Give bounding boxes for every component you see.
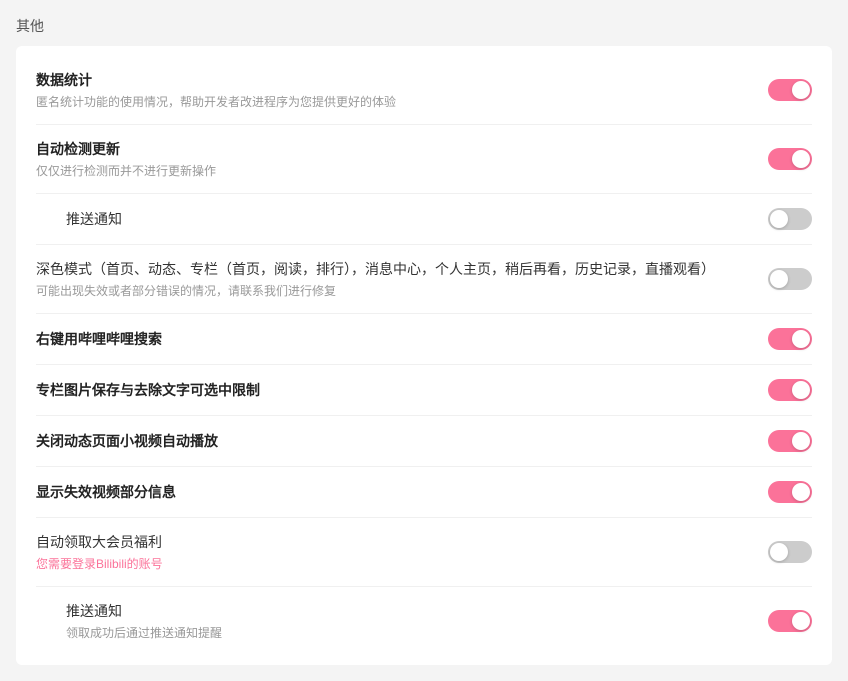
setting-row-right-click-search: 右键用哔哩哔哩搜索 [36, 314, 812, 365]
setting-row-push-notification: 推送通知 [36, 194, 812, 245]
setting-row-push-notification-2: 推送通知领取成功后通过推送通知提醒 [36, 587, 812, 655]
toggle-right-click-search[interactable] [768, 328, 812, 350]
setting-label-right-click-search: 右键用哔哩哔哩搜索 [36, 329, 748, 349]
setting-label-dark-mode: 深色模式（首页、动态、专栏（首页，阅读，排行），消息中心，个人主页，稍后再看，历… [36, 259, 748, 279]
toggle-auto-check-update[interactable] [768, 148, 812, 170]
setting-label-auto-check-update: 自动检测更新 [36, 139, 748, 159]
setting-row-auto-check-update: 自动检测更新仅仅进行检测而并不进行更新操作 [36, 125, 812, 194]
toggle-auto-vip-benefit[interactable] [768, 541, 812, 563]
setting-desc-auto-vip-benefit: 您需要登录Bilibili的账号 [36, 555, 748, 572]
setting-content-dark-mode: 深色模式（首页、动态、专栏（首页，阅读，排行），消息中心，个人主页，稍后再看，历… [36, 259, 768, 299]
setting-desc-data-statistics: 匿名统计功能的使用情况，帮助开发者改进程序为您提供更好的体验 [36, 93, 748, 110]
setting-label-column-image-save: 专栏图片保存与去除文字可选中限制 [36, 380, 748, 400]
setting-row-data-statistics: 数据统计匿名统计功能的使用情况，帮助开发者改进程序为您提供更好的体验 [36, 56, 812, 125]
setting-content-close-dynamic-video: 关闭动态页面小视频自动播放 [36, 431, 768, 451]
setting-row-show-invalid-video: 显示失效视频部分信息 [36, 467, 812, 518]
setting-label-auto-vip-benefit: 自动领取大会员福利 [36, 532, 748, 552]
setting-content-show-invalid-video: 显示失效视频部分信息 [36, 482, 768, 502]
settings-card: 数据统计匿名统计功能的使用情况，帮助开发者改进程序为您提供更好的体验自动检测更新… [16, 46, 832, 665]
setting-content-push-notification: 推送通知 [66, 209, 768, 229]
setting-label-push-notification-2: 推送通知 [66, 601, 748, 621]
setting-label-data-statistics: 数据统计 [36, 70, 748, 90]
toggle-dark-mode[interactable] [768, 268, 812, 290]
setting-label-push-notification: 推送通知 [66, 209, 748, 229]
setting-label-show-invalid-video: 显示失效视频部分信息 [36, 482, 748, 502]
toggle-data-statistics[interactable] [768, 79, 812, 101]
toggle-close-dynamic-video[interactable] [768, 430, 812, 452]
toggle-show-invalid-video[interactable] [768, 481, 812, 503]
toggle-push-notification-2[interactable] [768, 610, 812, 632]
setting-row-close-dynamic-video: 关闭动态页面小视频自动播放 [36, 416, 812, 467]
toggle-push-notification[interactable] [768, 208, 812, 230]
setting-content-auto-vip-benefit: 自动领取大会员福利您需要登录Bilibili的账号 [36, 532, 768, 572]
setting-row-auto-vip-benefit: 自动领取大会员福利您需要登录Bilibili的账号 [36, 518, 812, 587]
toggle-column-image-save[interactable] [768, 379, 812, 401]
setting-row-column-image-save: 专栏图片保存与去除文字可选中限制 [36, 365, 812, 416]
section-title: 其他 [16, 16, 832, 36]
setting-desc-auto-check-update: 仅仅进行检测而并不进行更新操作 [36, 162, 748, 179]
setting-row-dark-mode: 深色模式（首页、动态、专栏（首页，阅读，排行），消息中心，个人主页，稍后再看，历… [36, 245, 812, 314]
setting-content-right-click-search: 右键用哔哩哔哩搜索 [36, 329, 768, 349]
setting-desc-push-notification-2: 领取成功后通过推送通知提醒 [66, 624, 748, 641]
setting-content-auto-check-update: 自动检测更新仅仅进行检测而并不进行更新操作 [36, 139, 768, 179]
setting-content-data-statistics: 数据统计匿名统计功能的使用情况，帮助开发者改进程序为您提供更好的体验 [36, 70, 768, 110]
setting-content-column-image-save: 专栏图片保存与去除文字可选中限制 [36, 380, 768, 400]
setting-desc-dark-mode: 可能出现失效或者部分错误的情况，请联系我们进行修复 [36, 282, 748, 299]
setting-label-close-dynamic-video: 关闭动态页面小视频自动播放 [36, 431, 748, 451]
setting-content-push-notification-2: 推送通知领取成功后通过推送通知提醒 [66, 601, 768, 641]
